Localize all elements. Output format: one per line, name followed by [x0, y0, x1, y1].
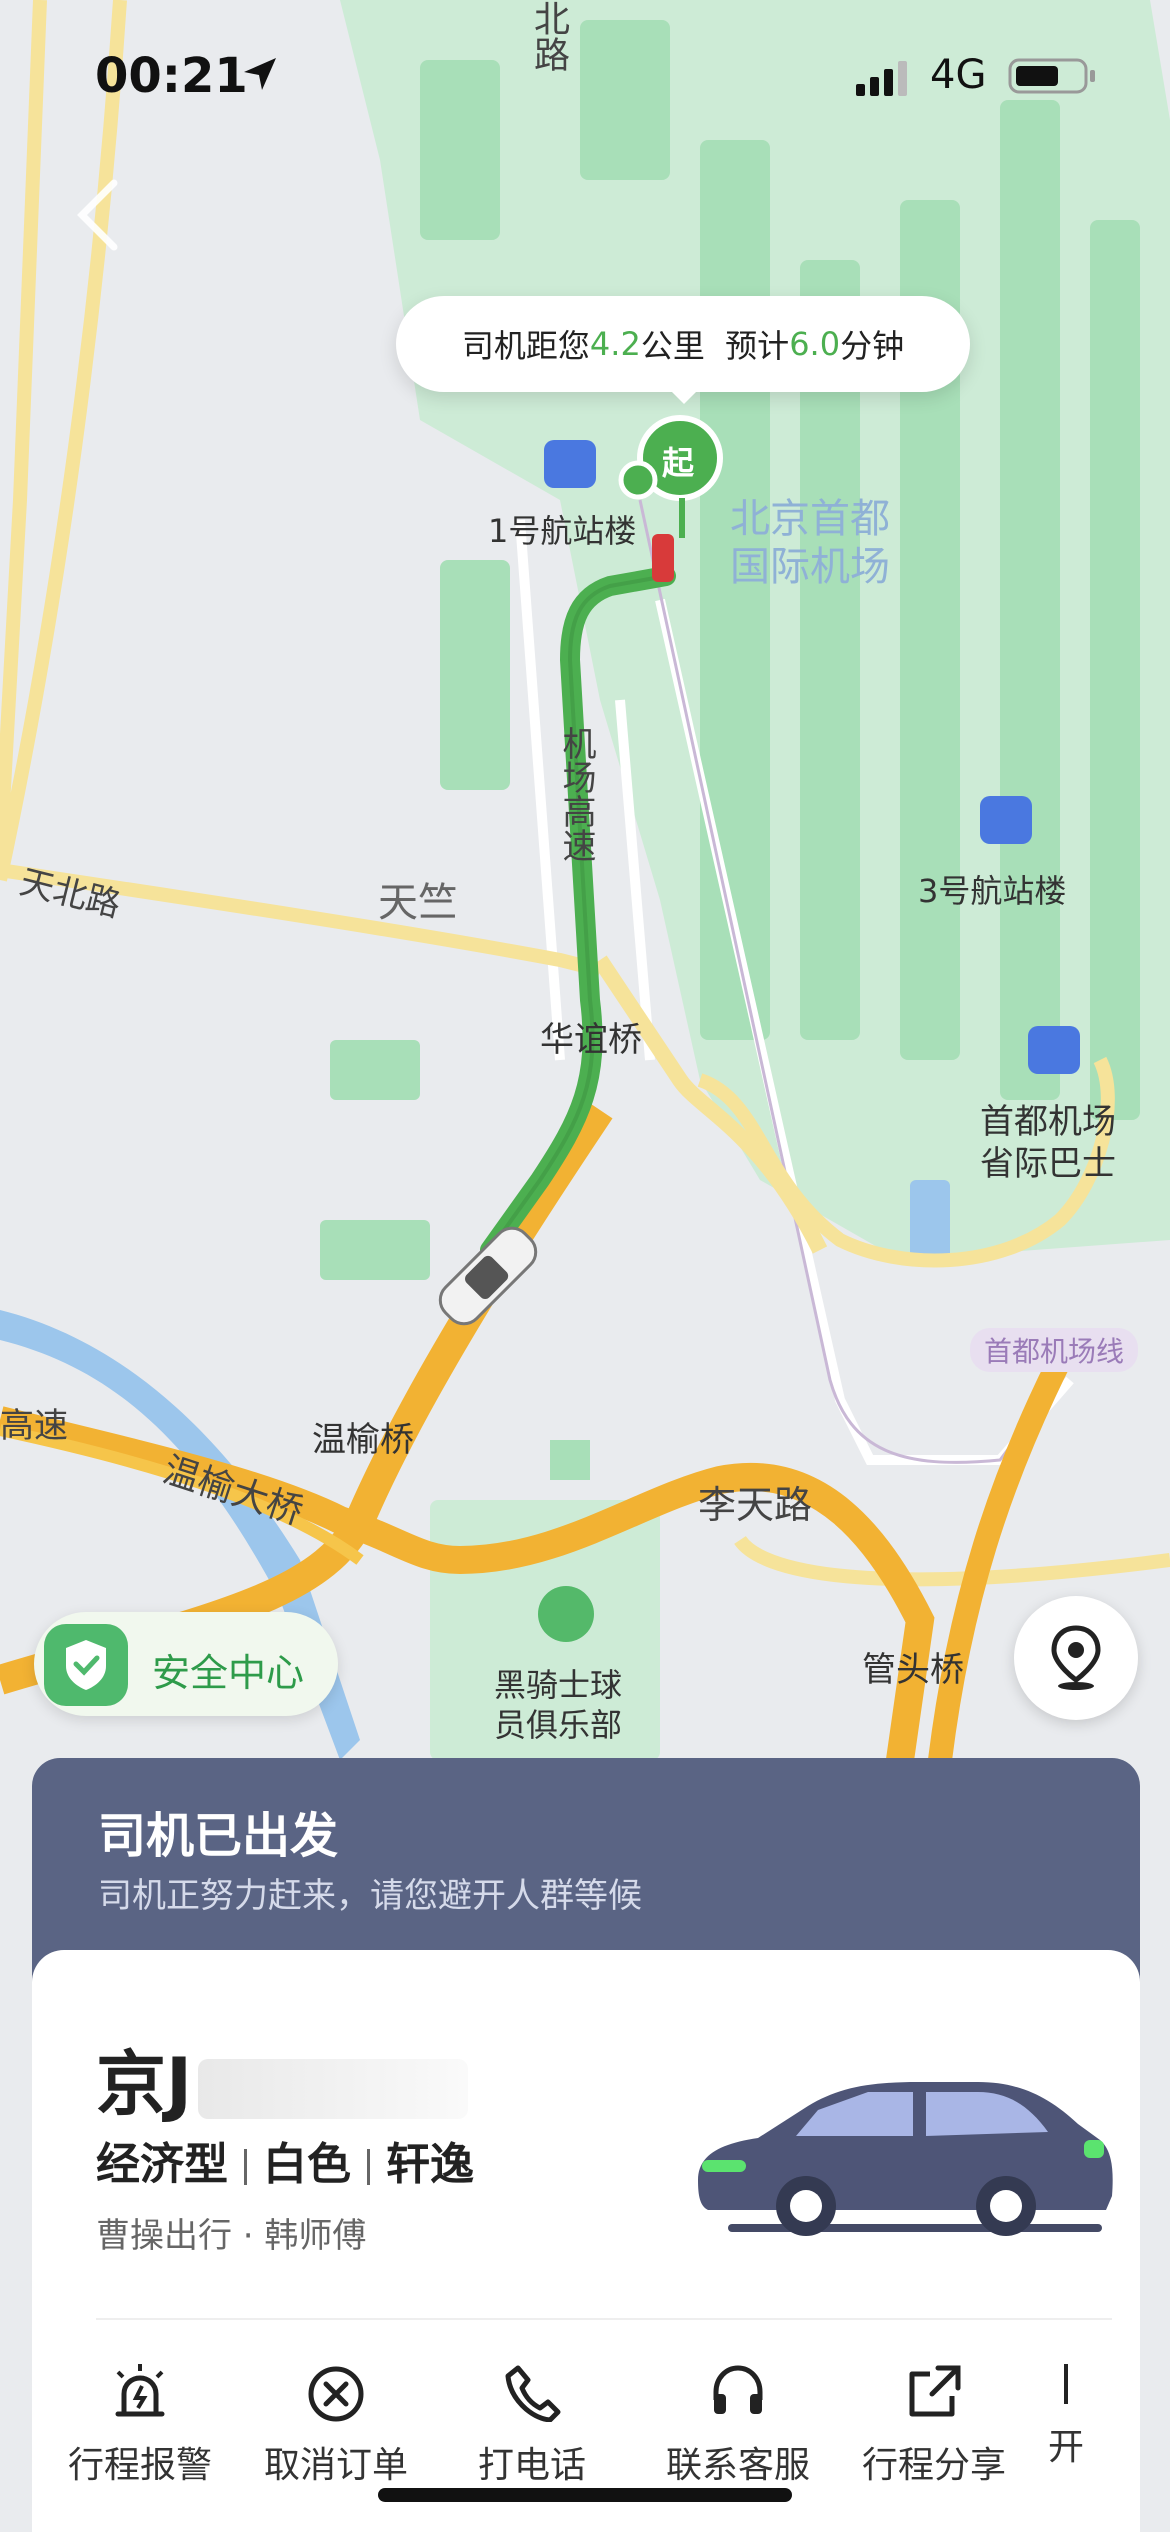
more-action-label: 开 [1047, 2427, 1084, 2468]
map-label-wenyu-bridge: 温榆桥 [312, 1420, 414, 1460]
customer-service-label: 联系客服 [665, 2445, 810, 2486]
divider [244, 2149, 247, 2185]
call-button[interactable]: 打电话 [452, 2350, 612, 2510]
map-label-tianzhu: 天竺 [378, 880, 458, 926]
headset-icon [713, 2365, 763, 2414]
plate-redaction [198, 2058, 469, 2119]
safety-center-label: 安全中心 [152, 1651, 305, 1695]
map-label-guantou-bridge: 管头桥 [862, 1650, 964, 1690]
share-icon [909, 2365, 961, 2417]
phone-icon [505, 2365, 561, 2422]
map-label-bus-2: 省际巴士 [980, 1144, 1116, 1184]
eta-distance: 4.2 [589, 325, 641, 363]
license-plate-text: 京J [96, 2043, 193, 2125]
network-type: 4G [930, 52, 987, 98]
eta-prefix: 司机距您 [461, 327, 590, 365]
action-bar: 行程报警 取消订单 打电话 联系客服 行程分享 开 [32, 2350, 1140, 2510]
back-chevron-icon[interactable] [70, 175, 130, 255]
map-label-airport-line: 首都机场线 [970, 1328, 1139, 1372]
pickup-marker-label: 起 [662, 444, 695, 482]
partial-icon [1064, 2364, 1068, 2404]
card-divider [96, 2318, 1112, 2320]
more-action-button[interactable]: 开 [1036, 2350, 1096, 2510]
eta-distance-unit: 公里 [640, 327, 705, 365]
cancel-circle-icon [308, 2366, 364, 2422]
car-illustration [698, 2082, 1113, 2236]
map-label-terminal-3: 3号航站楼 [918, 872, 1067, 910]
vehicle-info: 经济型 白色 轩逸 [96, 2128, 474, 2192]
alarm-button[interactable]: 行程报警 [60, 2350, 220, 2510]
eta-time: 6.0 [789, 325, 841, 363]
map-label-gaosu: 高速 [0, 1406, 68, 1446]
eta-mid: 预计 [725, 327, 790, 365]
map-label-terminal-1: 1号航站楼 [488, 512, 637, 550]
alarm-label: 行程报警 [67, 2445, 212, 2486]
safety-center-button[interactable]: 安全中心 [34, 1612, 338, 1716]
map-label-expressway: 机场高速 [556, 726, 596, 862]
divider [367, 2149, 370, 2185]
shield-check-icon [44, 1624, 128, 1706]
license-plate: 京J [96, 2028, 469, 2129]
signal-icon [856, 61, 907, 96]
call-label: 打电话 [477, 2445, 586, 2486]
share-trip-label: 行程分享 [861, 2445, 1006, 2486]
eta-time-unit: 分钟 [840, 327, 905, 365]
trip-status-subtitle: 司机正努力赶来，请您避开人群等候 [98, 1876, 642, 1916]
eta-bubble: 司机距您 4.2 公里 预计 6.0 分钟 [396, 296, 970, 392]
map-label-litian-road: 李天路 [698, 1483, 813, 1527]
cancel-order-button[interactable]: 取消订单 [246, 2350, 426, 2510]
status-bar: 00:21 4G [0, 0, 1170, 150]
status-time: 00:21 [95, 48, 248, 104]
locate-me-button[interactable] [1014, 1596, 1138, 1720]
driver-card: 京J 经济型 白色 轩逸 曹操出行 · 韩师傅 行程报警 取消订单 打电话 联系… [32, 1950, 1140, 2532]
location-pin-icon [1051, 1625, 1101, 1690]
map-label-airport-2: 国际机场 [730, 544, 890, 590]
vehicle-color: 白色 [263, 2139, 351, 2190]
cancel-order-label: 取消订单 [263, 2445, 408, 2486]
bubble-tail [666, 386, 702, 404]
alarm-icon [115, 2364, 165, 2417]
driver-name: 曹操出行 · 韩师傅 [96, 2216, 367, 2256]
vehicle-model: 轩逸 [386, 2139, 474, 2190]
vehicle-type: 经济型 [96, 2139, 228, 2190]
customer-service-button[interactable]: 联系客服 [638, 2350, 838, 2510]
home-indicator[interactable] [378, 2488, 792, 2502]
trip-status-title: 司机已出发 [98, 1808, 339, 1864]
share-trip-button[interactable]: 行程分享 [844, 2350, 1024, 2510]
location-arrow-icon [244, 58, 276, 90]
map-label-huayi-bridge: 华谊桥 [540, 1020, 642, 1060]
battery-icon [1008, 58, 1095, 94]
map-label-golf-2: 员俱乐部 [494, 1706, 623, 1744]
